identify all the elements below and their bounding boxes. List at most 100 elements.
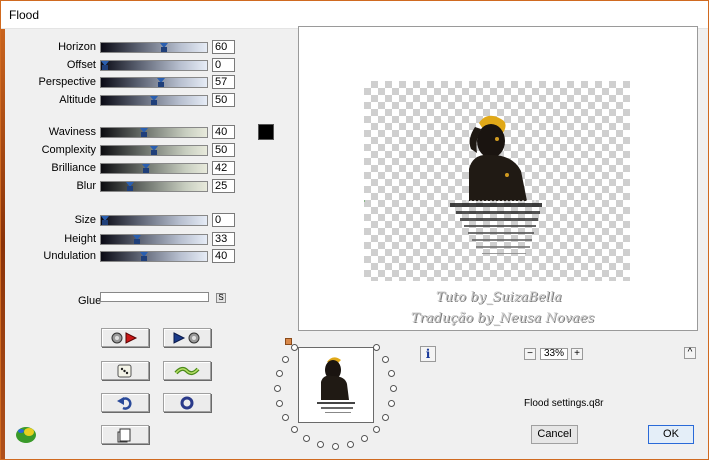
- navigator-dot: [290, 426, 298, 433]
- slider-thumb[interactable]: [133, 235, 141, 244]
- undulation-input[interactable]: 40: [212, 249, 235, 263]
- watermark-line-2: Tradução by_Neusa Novaes: [411, 311, 595, 326]
- navigator-dot: [390, 385, 397, 392]
- glue-selector[interactable]: [100, 292, 209, 302]
- glue-settings-button[interactable]: S: [216, 293, 226, 303]
- navigator-dot: [388, 369, 396, 377]
- param-row-blur: Blur 25: [1, 179, 241, 194]
- param-row-brilliance: Brilliance 42: [1, 161, 241, 176]
- info-icon[interactable]: i: [420, 346, 436, 362]
- slider-thumb[interactable]: [101, 61, 109, 70]
- param-row-undulation: Undulation 40: [1, 249, 241, 264]
- navigator-dot: [373, 343, 380, 351]
- reset-button[interactable]: [163, 393, 211, 412]
- param-label: Blur: [76, 180, 96, 192]
- complexity-slider[interactable]: [100, 145, 208, 156]
- slider-thumb[interactable]: [157, 78, 165, 87]
- param-row-altitude: Altitude 50: [1, 93, 241, 108]
- navigator-dot: [347, 441, 354, 449]
- waviness-slider[interactable]: [100, 127, 208, 138]
- param-label: Altitude: [59, 94, 96, 106]
- cancel-button[interactable]: Cancel: [531, 425, 578, 444]
- size-input[interactable]: 0: [212, 213, 235, 227]
- param-label: Undulation: [43, 250, 96, 262]
- param-label: Complexity: [41, 144, 96, 156]
- circle-icon: [180, 396, 194, 409]
- randomize-button[interactable]: [101, 361, 149, 380]
- wave-preset-button[interactable]: [163, 361, 211, 380]
- slider-thumb[interactable]: [101, 216, 109, 225]
- navigator-dot: [281, 356, 289, 363]
- param-row-offset: Offset 0: [1, 58, 241, 73]
- param-row-height: Height 33: [1, 232, 241, 247]
- param-label: Brilliance: [51, 162, 96, 174]
- zoom-out-button[interactable]: −: [524, 348, 536, 360]
- slider-thumb[interactable]: [160, 43, 168, 52]
- navigator-indicator: [285, 338, 292, 345]
- ok-button[interactable]: OK: [648, 425, 694, 444]
- offset-slider[interactable]: [100, 60, 208, 71]
- navigator-dot: [275, 369, 283, 377]
- glue-label: Glue: [78, 295, 102, 307]
- param-row-perspective: Perspective 57: [1, 75, 241, 90]
- navigator-dot: [274, 385, 281, 392]
- navigator-dot: [316, 441, 324, 449]
- navigator-dot: [361, 435, 368, 443]
- slider-thumb[interactable]: [126, 182, 134, 191]
- zoom-in-button[interactable]: +: [571, 348, 583, 360]
- undulation-slider[interactable]: [100, 251, 208, 262]
- param-label: Size: [74, 214, 96, 226]
- blur-slider[interactable]: [100, 181, 208, 192]
- slider-thumb[interactable]: [150, 96, 158, 105]
- flood-dialog: Flood Horizon 60 Offset 0 Perspective 57…: [0, 0, 709, 460]
- offset-input[interactable]: 0: [212, 58, 235, 72]
- navigator-dot: [290, 343, 298, 351]
- param-row-size: Size 0: [1, 213, 241, 228]
- navigator-dot: [275, 400, 283, 407]
- slider-thumb[interactable]: [140, 252, 148, 261]
- perspective-input[interactable]: 57: [212, 75, 235, 89]
- param-label: Offset: [66, 59, 96, 71]
- title-bar[interactable]: Flood: [1, 1, 708, 29]
- horizon-slider[interactable]: [100, 42, 208, 53]
- load-settings-button[interactable]: [101, 328, 149, 347]
- navigator-dot: [382, 414, 390, 421]
- expand-button[interactable]: ^: [684, 347, 696, 359]
- color-swatch[interactable]: [258, 124, 274, 140]
- param-label: Height: [64, 233, 96, 245]
- slider-thumb[interactable]: [140, 128, 148, 137]
- save-settings-button[interactable]: [163, 328, 211, 347]
- param-row-complexity: Complexity 50: [1, 143, 241, 158]
- param-row-waviness: Waviness 40: [1, 125, 241, 140]
- altitude-slider[interactable]: [100, 95, 208, 106]
- complexity-input[interactable]: 50: [212, 143, 235, 157]
- param-label: Horizon: [58, 41, 96, 53]
- size-slider[interactable]: [100, 215, 208, 226]
- navigator-dot: [373, 426, 380, 433]
- navigator-dot: [332, 443, 339, 450]
- navigator-dot: [388, 400, 396, 407]
- brilliance-input[interactable]: 42: [212, 161, 235, 175]
- altitude-input[interactable]: 50: [212, 93, 235, 107]
- param-label: Waviness: [48, 126, 96, 138]
- slider-thumb[interactable]: [142, 164, 150, 173]
- slider-thumb[interactable]: [150, 146, 158, 155]
- navigator-thumbnail[interactable]: [298, 347, 374, 423]
- height-input[interactable]: 33: [212, 232, 235, 246]
- perspective-slider[interactable]: [100, 77, 208, 88]
- blur-input[interactable]: 25: [212, 179, 235, 193]
- waviness-input[interactable]: 40: [212, 125, 235, 139]
- horizon-input[interactable]: 60: [212, 40, 235, 54]
- navigator-dot: [303, 435, 310, 443]
- navigator-dot: [281, 414, 289, 421]
- brilliance-slider[interactable]: [100, 163, 208, 174]
- zoom-level[interactable]: 33%: [540, 348, 568, 360]
- undo-button[interactable]: [101, 393, 149, 412]
- app-logo-icon: [16, 427, 36, 443]
- undo-icon: [117, 396, 132, 410]
- param-row-horizon: Horizon 60: [1, 40, 241, 55]
- watermark-line-1: Tuto by_SuizaBella: [436, 290, 562, 305]
- navigator-dot: [382, 356, 390, 363]
- copy-button[interactable]: [101, 425, 149, 444]
- height-slider[interactable]: [100, 234, 208, 245]
